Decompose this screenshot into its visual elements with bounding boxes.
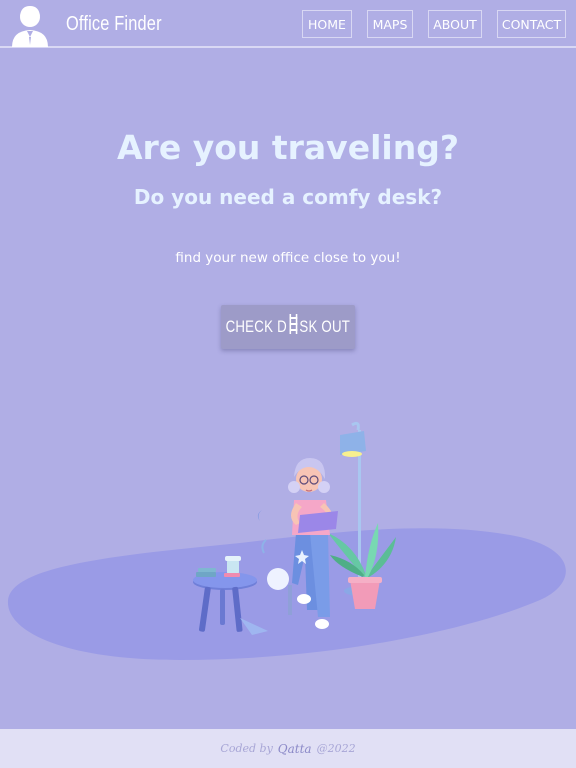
cta-label-start: CHECK D [225, 316, 288, 336]
footer: Coded by Qatta @2022 [0, 729, 576, 768]
footer-prefix: Coded by [220, 742, 273, 755]
nav-about-button[interactable]: ABOUT [428, 10, 482, 38]
floor-shape [7, 528, 566, 660]
desk-icon [288, 313, 299, 340]
navbar: Office Finder HOME MAPS ABOUT CONTACT [0, 0, 576, 48]
cta-label-end: SK OUT [299, 316, 351, 336]
cta-label: CHECK D SK OUT [225, 313, 351, 341]
app-title[interactable]: Office Finder [66, 13, 162, 36]
nav-home-button[interactable]: HOME [302, 10, 352, 38]
nav-contact-button[interactable]: CONTACT [497, 10, 566, 38]
user-avatar-icon[interactable] [11, 5, 49, 47]
footer-author[interactable]: Qatta [278, 742, 312, 756]
ball [267, 568, 289, 590]
hero-subtitle: Do you need a comfy desk? [133, 185, 443, 209]
footer-year: @2022 [316, 742, 356, 755]
nav-maps-button[interactable]: MAPS [367, 10, 413, 38]
hero-illustration [0, 405, 576, 675]
hero-tagline: find your new office close to you! [175, 250, 401, 266]
check-desk-out-button[interactable]: CHECK D SK OUT [221, 305, 355, 349]
floating-moon [257, 510, 262, 521]
hero-title: Are you traveling? [117, 128, 459, 167]
